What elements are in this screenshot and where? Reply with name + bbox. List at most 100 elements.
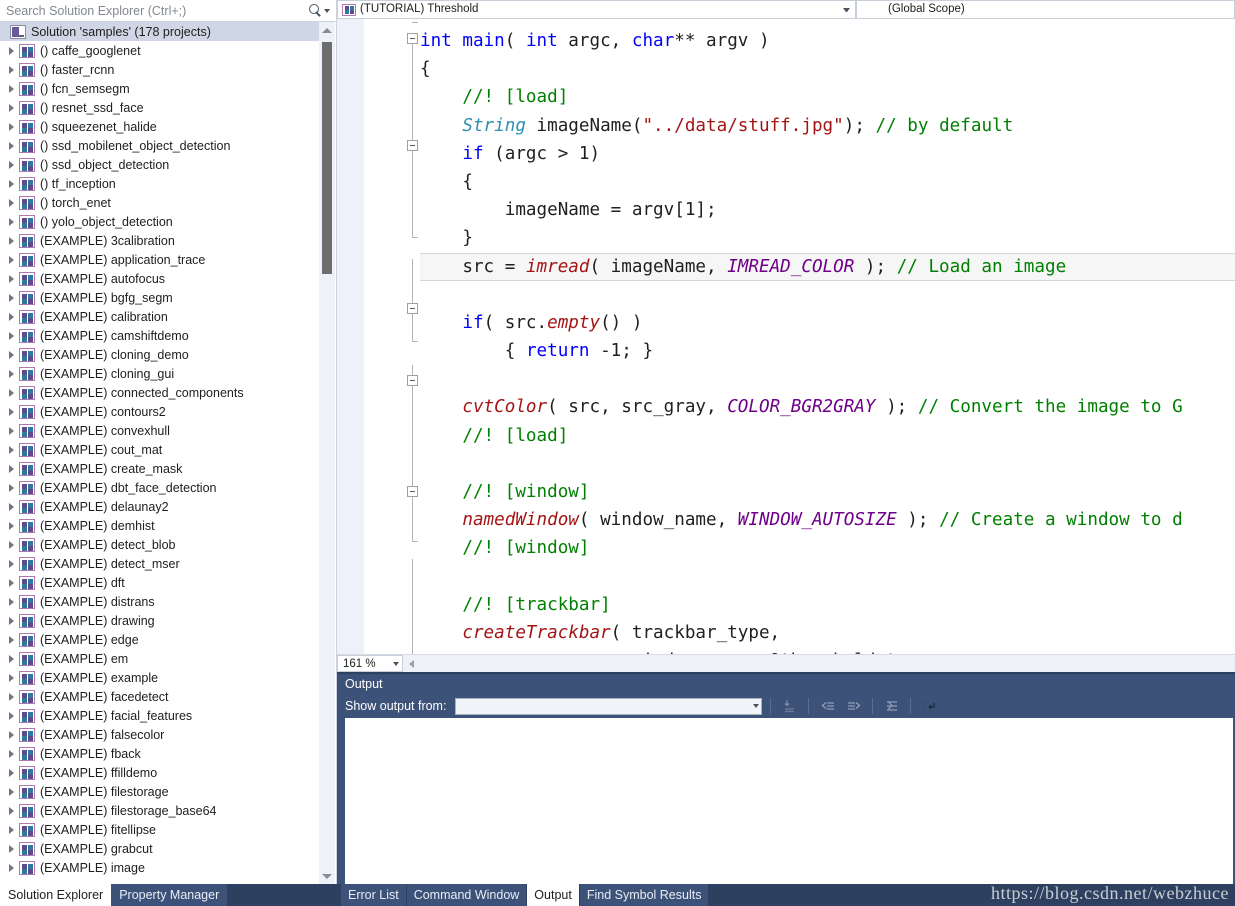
chevron-down-icon[interactable]	[753, 704, 760, 708]
expand-arrow-icon[interactable]	[4, 274, 19, 283]
bottom-tab-error-list[interactable]: Error List	[341, 884, 406, 906]
output-text-area[interactable]	[345, 718, 1233, 884]
code-line[interactable]: //! [window]	[420, 534, 1235, 562]
tree-row[interactable]: (EXAMPLE) filestorage_base64	[0, 801, 319, 820]
tree-row[interactable]: (EXAMPLE) dft	[0, 573, 319, 592]
expand-arrow-icon[interactable]	[4, 407, 19, 416]
line-return-icon[interactable]: ab c	[919, 697, 940, 716]
expand-arrow-icon[interactable]	[4, 692, 19, 701]
code-line[interactable]	[420, 365, 1235, 393]
code-line[interactable]: int main( int argc, char** argv )	[420, 27, 1235, 55]
fold-toggle-icon[interactable]	[407, 303, 418, 314]
expand-arrow-icon[interactable]	[4, 179, 19, 188]
scrollbar-thumb[interactable]	[322, 42, 332, 274]
tree-row[interactable]: (EXAMPLE) detect_blob	[0, 535, 319, 554]
expand-arrow-icon[interactable]	[4, 635, 19, 644]
editor-indicator-margin[interactable]	[337, 19, 365, 654]
clear-output-icon[interactable]	[779, 697, 800, 716]
tree-row[interactable]: (EXAMPLE) connected_components	[0, 383, 319, 402]
expand-arrow-icon[interactable]	[4, 160, 19, 169]
expand-arrow-icon[interactable]	[4, 331, 19, 340]
tree-row[interactable]: () ssd_mobilenet_object_detection	[0, 136, 319, 155]
project-scope-dropdown[interactable]: (TUTORIAL) Threshold	[337, 0, 856, 19]
expand-arrow-icon[interactable]	[4, 65, 19, 74]
tree-row[interactable]: (EXAMPLE) camshiftdemo	[0, 326, 319, 345]
tree-row[interactable]: (EXAMPLE) distrans	[0, 592, 319, 611]
editor-folding-margin[interactable]	[365, 19, 420, 654]
tree-row[interactable]: (EXAMPLE) convexhull	[0, 421, 319, 440]
tree-row[interactable]: (EXAMPLE) grabcut	[0, 839, 319, 858]
code-line[interactable]: if (argc > 1)	[420, 140, 1235, 168]
horizontal-scrollbar-track[interactable]	[420, 655, 1235, 672]
tree-row[interactable]: (EXAMPLE) drawing	[0, 611, 319, 630]
expand-arrow-icon[interactable]	[4, 502, 19, 511]
code-line[interactable]: {	[420, 168, 1235, 196]
tree-row[interactable]: () caffe_googlenet	[0, 41, 319, 60]
code-line[interactable]	[420, 450, 1235, 478]
expand-arrow-icon[interactable]	[4, 141, 19, 150]
expand-arrow-icon[interactable]	[4, 749, 19, 758]
code-line[interactable]: {	[420, 55, 1235, 83]
tree-row[interactable]: () resnet_ssd_face	[0, 98, 319, 117]
expand-arrow-icon[interactable]	[4, 426, 19, 435]
expand-arrow-icon[interactable]	[4, 806, 19, 815]
expand-arrow-icon[interactable]	[4, 521, 19, 530]
expand-arrow-icon[interactable]	[4, 730, 19, 739]
bottom-tab-command-window[interactable]: Command Window	[406, 884, 527, 906]
code-line[interactable]: namedWindow( window_name, WINDOW_AUTOSIZ…	[420, 506, 1235, 534]
tree-row[interactable]: (EXAMPLE) bgfg_segm	[0, 288, 319, 307]
expand-arrow-icon[interactable]	[4, 122, 19, 131]
tree-row[interactable]: (EXAMPLE) em	[0, 649, 319, 668]
code-line[interactable]: //! [trackbar]	[420, 591, 1235, 619]
bottom-tab-output[interactable]: Output	[527, 884, 579, 906]
tab-solution-explorer[interactable]: Solution Explorer	[0, 884, 112, 906]
expand-arrow-icon[interactable]	[4, 559, 19, 568]
tree-row[interactable]: (EXAMPLE) autofocus	[0, 269, 319, 288]
expand-arrow-icon[interactable]	[4, 445, 19, 454]
expand-arrow-icon[interactable]	[4, 711, 19, 720]
expand-arrow-icon[interactable]	[4, 84, 19, 93]
expand-arrow-icon[interactable]	[4, 483, 19, 492]
code-line[interactable]: String imageName("../data/stuff.jpg"); /…	[420, 112, 1235, 140]
tree-row[interactable]: () fcn_semsegm	[0, 79, 319, 98]
expand-arrow-icon[interactable]	[4, 217, 19, 226]
search-icon[interactable]	[309, 4, 322, 17]
tree-row[interactable]: () torch_enet	[0, 193, 319, 212]
code-line[interactable]: //! [window]	[420, 478, 1235, 506]
expand-arrow-icon[interactable]	[4, 464, 19, 473]
navigate-next-icon[interactable]	[843, 697, 864, 716]
fold-toggle-icon[interactable]	[407, 33, 418, 44]
tree-row[interactable]: (EXAMPLE) cout_mat	[0, 440, 319, 459]
solution-explorer-scrollbar[interactable]	[319, 22, 335, 884]
expand-arrow-icon[interactable]	[4, 312, 19, 321]
expand-arrow-icon[interactable]	[4, 198, 19, 207]
tree-row[interactable]: (EXAMPLE) filestorage	[0, 782, 319, 801]
expand-arrow-icon[interactable]	[4, 540, 19, 549]
tree-row[interactable]: () yolo_object_detection	[0, 212, 319, 231]
fold-toggle-icon[interactable]	[407, 140, 418, 151]
expand-arrow-icon[interactable]	[4, 654, 19, 663]
chevron-down-icon[interactable]	[393, 661, 399, 666]
scroll-down-arrow-icon[interactable]	[319, 868, 335, 884]
expand-arrow-icon[interactable]	[4, 616, 19, 625]
tree-row[interactable]: (EXAMPLE) calibration	[0, 307, 319, 326]
scrollbar-track[interactable]	[319, 38, 335, 868]
expand-arrow-icon[interactable]	[4, 787, 19, 796]
toggle-wordwrap-icon[interactable]	[881, 697, 902, 716]
tree-row[interactable]: (EXAMPLE) facedetect	[0, 687, 319, 706]
expand-arrow-icon[interactable]	[4, 103, 19, 112]
code-line[interactable]: createTrackbar( trackbar_type,	[420, 619, 1235, 647]
code-line[interactable]	[420, 563, 1235, 591]
expand-arrow-icon[interactable]	[4, 255, 19, 264]
tree-row[interactable]: (EXAMPLE) edge	[0, 630, 319, 649]
code-line[interactable]: }	[420, 224, 1235, 252]
code-editor[interactable]: int main( int argc, char** argv ) { //! […	[337, 19, 1235, 654]
tree-row[interactable]: (EXAMPLE) image	[0, 858, 319, 877]
scroll-up-arrow-icon[interactable]	[319, 22, 335, 38]
tree-row[interactable]: () squeezenet_halide	[0, 117, 319, 136]
tree-row[interactable]: (EXAMPLE) contours2	[0, 402, 319, 421]
tree-row[interactable]: () tf_inception	[0, 174, 319, 193]
expand-arrow-icon[interactable]	[4, 597, 19, 606]
code-line[interactable]: imageName = argv[1];	[420, 196, 1235, 224]
chevron-down-icon[interactable]	[324, 8, 330, 13]
